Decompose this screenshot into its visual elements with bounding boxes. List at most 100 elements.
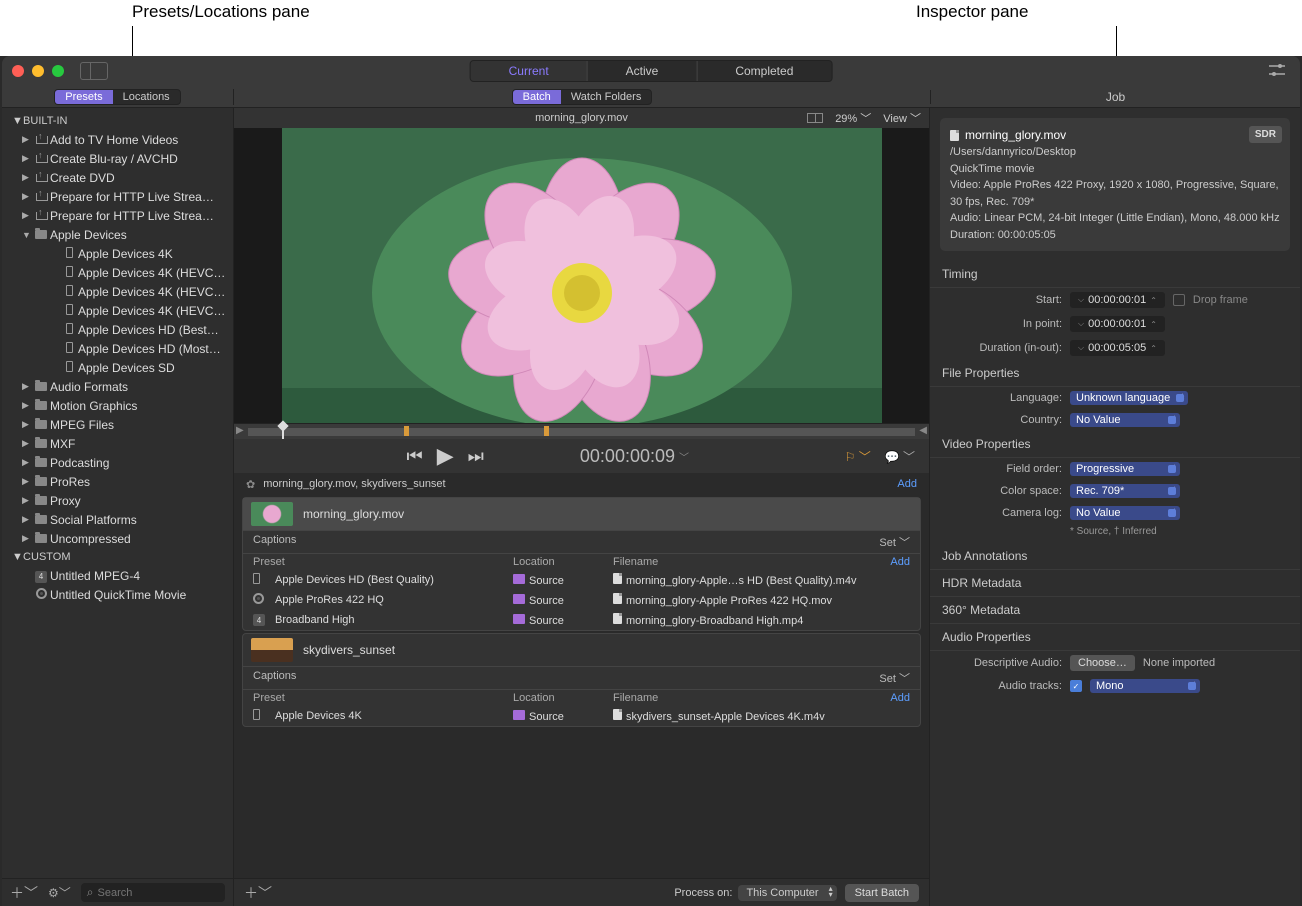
color-space-select[interactable]: Rec. 709*▴▾ [1070, 484, 1180, 498]
comment-menu-icon[interactable]: 💬 ﹀ [885, 448, 915, 465]
preset-item[interactable]: ▶MPEG Files [2, 415, 233, 434]
folder-icon [32, 437, 50, 451]
tab-batch[interactable]: Batch [513, 90, 561, 104]
timeline-end-icon[interactable]: ◀ [919, 425, 927, 436]
preset-item[interactable]: Apple Devices 4K [2, 244, 233, 263]
action-menu-button[interactable]: ⚙︎﹀ [48, 884, 71, 901]
timecode-display[interactable]: 00:00:00:09﹀ [580, 446, 689, 467]
marker-menu-icon[interactable]: ⚐ ﹀ [845, 448, 871, 465]
file-duration: Duration: 00:00:05:05 [950, 227, 1280, 244]
job-annotations-header[interactable]: Job Annotations [930, 543, 1300, 570]
preset-item[interactable]: Apple Devices 4K (HEVC… [2, 282, 233, 301]
add-output-link[interactable]: Add [890, 692, 910, 704]
tab-locations[interactable]: Locations [113, 90, 180, 104]
preset-item[interactable]: Apple Devices SD [2, 358, 233, 377]
output-row[interactable]: Apple ProRes 422 HQSourcemorning_glory-A… [243, 590, 920, 610]
dropframe-checkbox[interactable] [1173, 294, 1185, 306]
output-row[interactable]: Apple Devices 4KSourceskydivers_sunset-A… [243, 706, 920, 726]
preset-item[interactable]: ▶Prepare for HTTP Live Strea… [2, 206, 233, 225]
color-space-label: Color space: [942, 485, 1062, 497]
process-on-select[interactable]: This Computer ▴▾ [738, 885, 836, 901]
minimize-window-button[interactable] [32, 65, 44, 77]
hdr-metadata-header[interactable]: HDR Metadata [930, 570, 1300, 597]
preset-item[interactable]: 4Untitled MPEG-4 [2, 566, 233, 585]
doc-icon [613, 613, 622, 624]
preset-item[interactable]: ▶Podcasting [2, 453, 233, 472]
prev-frame-button[interactable]: ⏮ [407, 446, 423, 467]
audio-track-checkbox[interactable]: ✓ [1070, 680, 1082, 692]
preset-item[interactable]: ▶Add to TV Home Videos [2, 130, 233, 149]
settings-icon[interactable] [1268, 63, 1286, 80]
preset-item[interactable]: ▼Apple Devices [2, 225, 233, 244]
timeline-start-icon[interactable]: ▶ [236, 425, 244, 436]
captions-set-button[interactable]: Set ﹀ [879, 670, 910, 686]
preset-item[interactable]: ▶Audio Formats [2, 377, 233, 396]
preset-label: Untitled QuickTime Movie [50, 588, 186, 602]
preset-item[interactable]: ▶Motion Graphics [2, 396, 233, 415]
preset-item[interactable]: ▶ProRes [2, 472, 233, 491]
preset-item[interactable]: ▶Social Platforms [2, 510, 233, 529]
search-input[interactable] [98, 887, 220, 899]
output-preset: Apple ProRes 422 HQ [275, 594, 384, 606]
search-icon: ⌕ [87, 885, 94, 900]
preset-item[interactable]: ▶Prepare for HTTP Live Strea… [2, 187, 233, 206]
zoom-window-button[interactable] [52, 65, 64, 77]
4-icon: 4 [32, 568, 50, 583]
captions-set-button[interactable]: Set ﹀ [879, 534, 910, 550]
add-output-link[interactable]: Add [890, 556, 910, 568]
sidebar-toggle-button[interactable] [80, 62, 108, 80]
add-output-button[interactable]: ＋﹀ [244, 883, 272, 903]
tree-section-header[interactable]: ▼ CUSTOM [2, 548, 233, 566]
add-job-button[interactable]: Add [897, 478, 917, 490]
duration-field[interactable]: ⌵00:00:05:05⌃ [1070, 340, 1165, 356]
start-batch-button[interactable]: Start Batch [845, 884, 919, 902]
preset-item[interactable]: Apple Devices HD (Most… [2, 339, 233, 358]
field-order-select[interactable]: Progressive▴▾ [1070, 462, 1180, 476]
language-select[interactable]: Unknown language▴▾ [1070, 391, 1188, 405]
segment-current[interactable]: Current [471, 61, 588, 81]
preset-item[interactable]: ▶MXF [2, 434, 233, 453]
marker-icon[interactable] [544, 426, 549, 436]
subtabs-row: Presets Locations Batch Watch Folders Jo… [2, 86, 1300, 108]
play-button[interactable]: ▶ [437, 443, 454, 469]
search-field[interactable]: ⌕ [81, 883, 225, 902]
col-location-header: Location [513, 556, 613, 568]
output-row[interactable]: 4Broadband HighSourcemorning_glory-Broad… [243, 610, 920, 630]
output-row[interactable]: Apple Devices HD (Best Quality)Sourcemor… [243, 570, 920, 590]
threesixty-header[interactable]: 360° Metadata [930, 597, 1300, 624]
segment-active[interactable]: Active [588, 61, 698, 81]
preset-item[interactable]: Apple Devices 4K (HEVC… [2, 301, 233, 320]
share-icon [32, 190, 50, 204]
add-preset-button[interactable]: ＋﹀ [10, 883, 38, 903]
close-window-button[interactable] [12, 65, 24, 77]
tab-watch-folders[interactable]: Watch Folders [561, 90, 652, 104]
country-select[interactable]: No Value▴▾ [1070, 413, 1180, 427]
segment-completed[interactable]: Completed [697, 61, 831, 81]
marker-icon[interactable] [404, 426, 409, 436]
preset-item[interactable]: Apple Devices HD (Best… [2, 320, 233, 339]
choose-audio-button[interactable]: Choose… [1070, 655, 1135, 671]
tab-presets[interactable]: Presets [55, 90, 112, 104]
folder-icon [32, 456, 50, 470]
camera-log-select[interactable]: No Value▴▾ [1070, 506, 1180, 520]
preset-item[interactable]: ▶Create Blu-ray / AVCHD [2, 149, 233, 168]
view-menu[interactable]: View ﹀ [883, 110, 921, 126]
viewer-header: morning_glory.mov 29% ﹀ View ﹀ [234, 108, 929, 128]
timeline[interactable]: ▶ ◀ [234, 423, 929, 439]
batch-job-card[interactable]: skydivers_sunsetCaptionsSet ﹀PresetLocat… [242, 633, 921, 727]
batch-job-card[interactable]: morning_glory.movCaptionsSet ﹀PresetLoca… [242, 497, 921, 631]
preset-item[interactable]: ▶Uncompressed [2, 529, 233, 548]
start-field[interactable]: ⌵00:00:00:01⌃ [1070, 292, 1165, 308]
view-segmented-control: Current Active Completed [470, 60, 833, 82]
center-tabs: Batch Watch Folders [512, 89, 653, 105]
audio-track-select[interactable]: Mono▴▾ [1090, 679, 1200, 693]
tree-section-header[interactable]: ▼ BUILT-IN [2, 112, 233, 130]
preset-item[interactable]: Apple Devices 4K (HEVC… [2, 263, 233, 282]
compare-view-icon[interactable] [807, 113, 823, 123]
preset-item[interactable]: ▶Proxy [2, 491, 233, 510]
preset-item[interactable]: ▶Create DVD [2, 168, 233, 187]
inpoint-field[interactable]: ⌵00:00:00:01⌃ [1070, 316, 1165, 332]
preset-item[interactable]: Untitled QuickTime Movie [2, 585, 233, 604]
zoom-menu[interactable]: 29% ﹀ [835, 110, 871, 126]
next-frame-button[interactable]: ⏭ [468, 446, 484, 467]
